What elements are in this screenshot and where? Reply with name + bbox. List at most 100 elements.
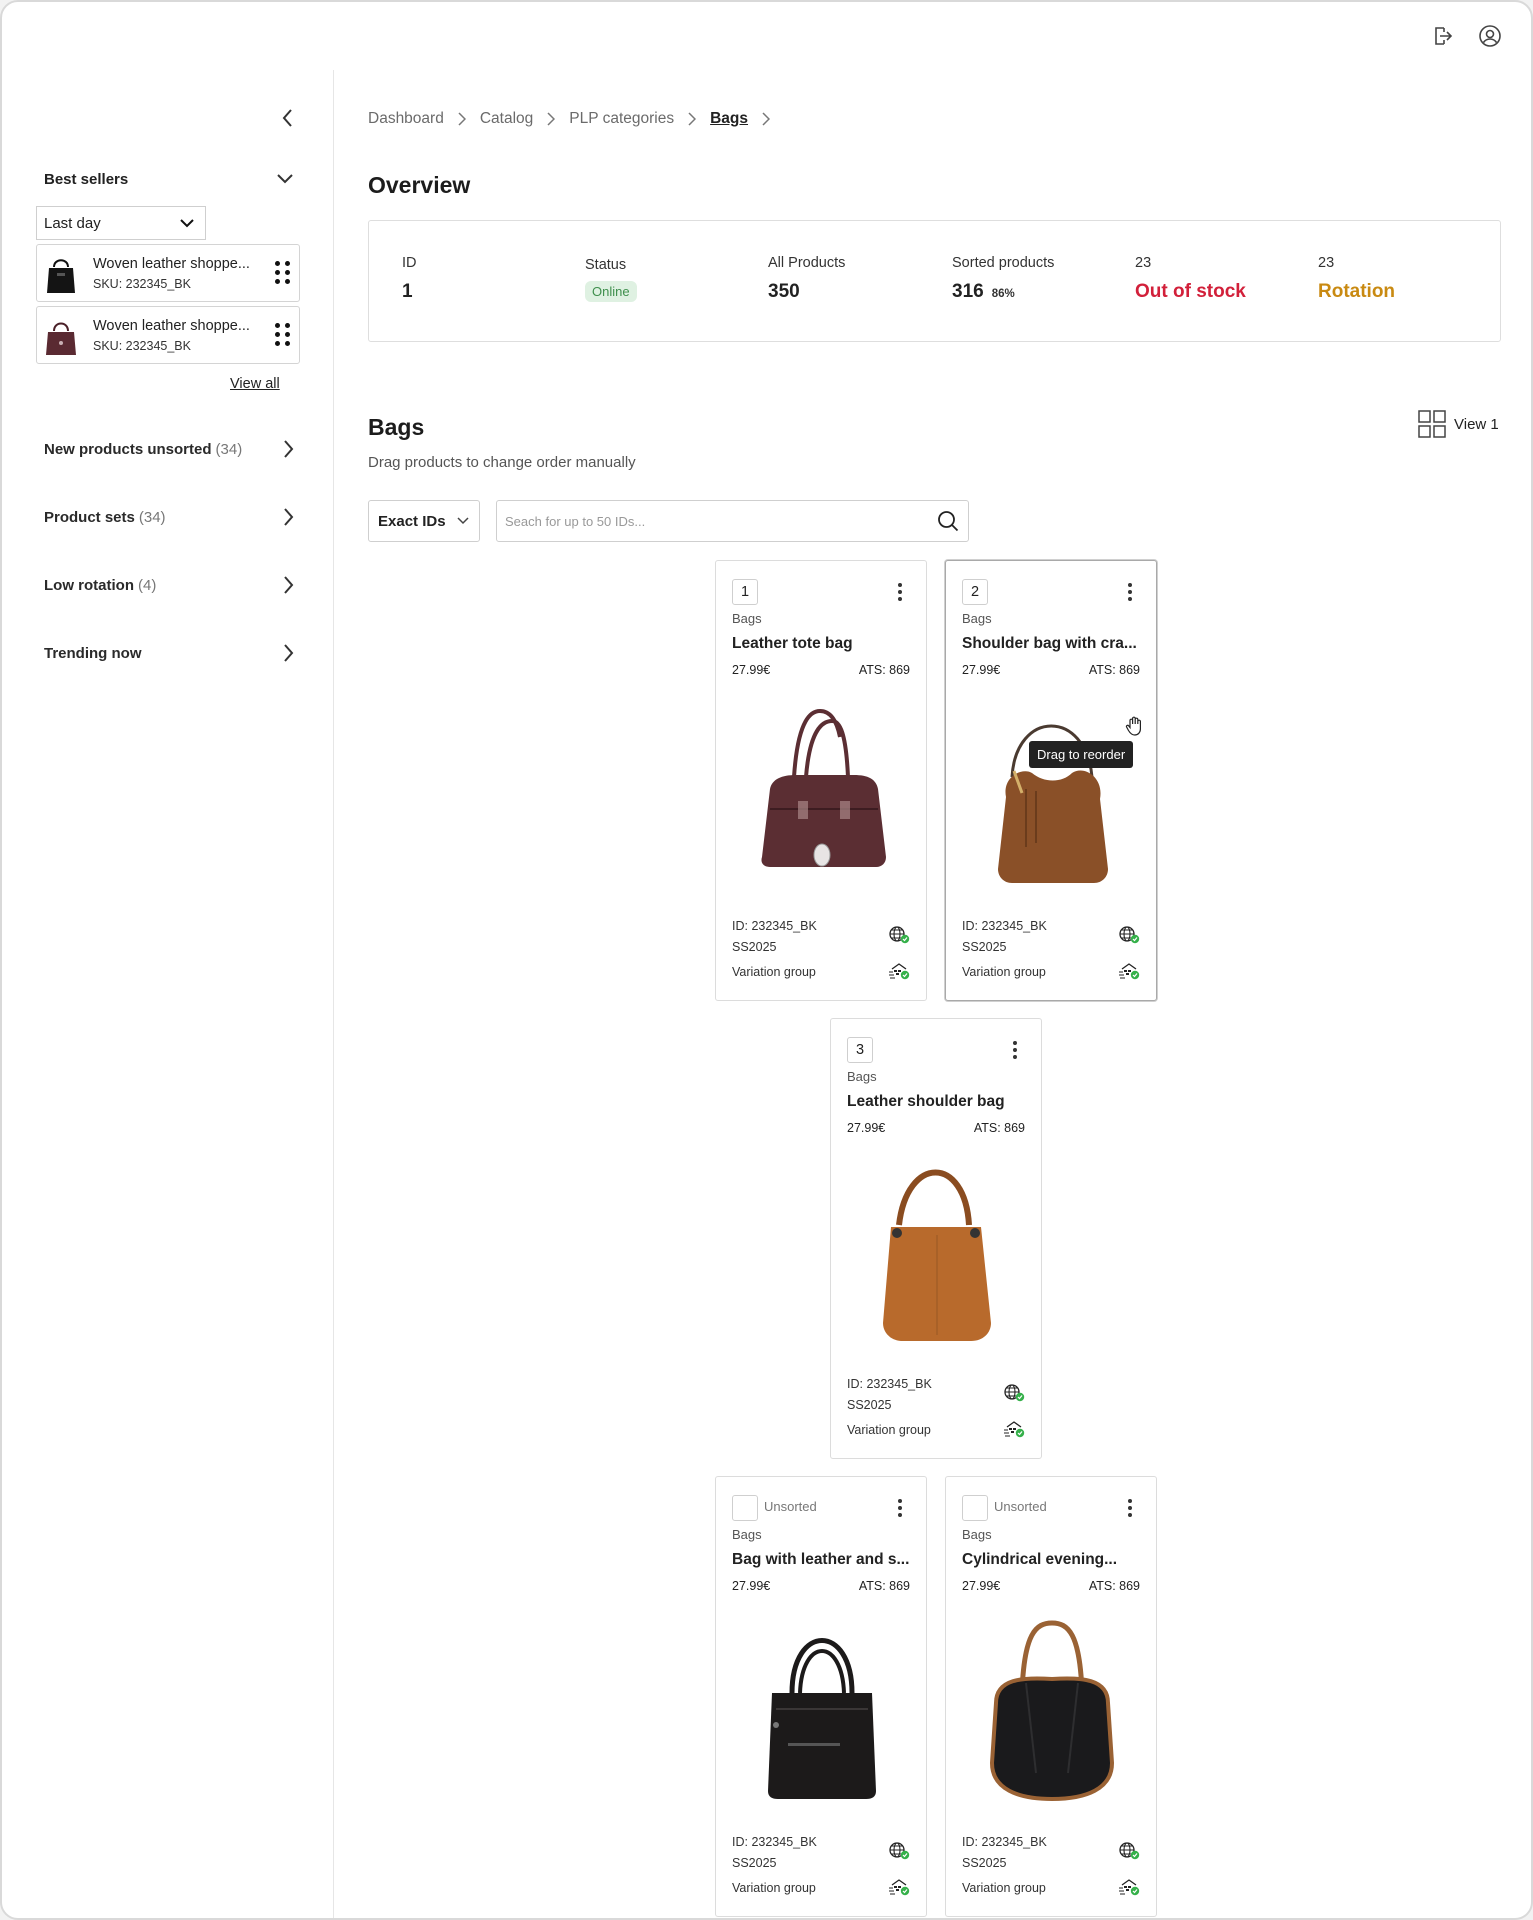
more-options-icon[interactable] [1005,1037,1025,1063]
stat-value: 350 [768,281,800,302]
drag-handle-icon[interactable] [275,323,291,347]
variation-group-label: Variation group [962,965,1046,979]
variation-group-label: Variation group [847,1423,931,1437]
chevron-right-icon [284,440,294,458]
product-card[interactable]: Unsorted Bags Bag with leather and s... … [715,1476,927,1917]
product-card[interactable]: 2 Bags Shoulder bag with cra... 27.99€ A… [945,560,1157,1001]
position-number[interactable]: 1 [732,579,758,605]
product-card[interactable]: 1 Bags Leather tote bag 27.99€ ATS: 869 … [715,560,927,1001]
status-badge: Online [585,281,637,302]
stat-rotation: 23 Rotation [1318,255,1395,303]
sidebar-item-count: (4) [138,576,157,594]
variation-group-label: Variation group [962,1881,1046,1895]
stock-status-icon [1118,961,1140,981]
breadcrumb: Dashboard Catalog PLP categories Bags [368,108,784,130]
product-price: 27.99€ [962,1579,1001,1593]
product-id: ID: 232345_BK [847,1377,932,1391]
breadcrumb-dashboard[interactable]: Dashboard [368,110,444,128]
best-seller-name: Woven leather shoppe... [93,255,250,272]
product-category: Bags [732,611,762,626]
product-price: 27.99€ [732,1579,771,1593]
user-circle-icon[interactable] [1476,22,1504,50]
view-toggle-button[interactable]: View 1 [1418,410,1499,438]
product-category: Bags [732,1527,762,1542]
period-select[interactable]: Last day [36,206,206,240]
product-id: ID: 232345_BK [962,919,1047,933]
sidebar: Best sellers Last day Woven leather shop… [2,70,334,1918]
sidebar-item-new-products-unsorted[interactable]: New products unsorted (34) [44,436,294,462]
product-image [736,1613,908,1803]
stat-label: Out of stock [1135,281,1246,302]
sidebar-item-label: Trending now [44,644,142,662]
bags-subtitle: Drag products to change order manually [368,454,636,471]
stat-label: Status [585,257,627,273]
drag-handle-icon[interactable] [275,261,291,285]
more-options-icon[interactable] [1120,579,1140,605]
stock-status-icon [888,961,910,981]
logout-icon[interactable] [1428,22,1456,50]
stock-status-icon [1118,1877,1140,1897]
sidebar-item-product-sets[interactable]: Product sets (34) [44,504,294,530]
position-number[interactable]: 3 [847,1037,873,1063]
more-options-icon[interactable] [1120,1495,1140,1521]
sidebar-item-low-rotation[interactable]: Low rotation (4) [44,572,294,598]
stat-count: 23 [1135,255,1152,271]
collapse-sidebar-button[interactable] [274,104,302,132]
chevron-down-icon [277,174,293,184]
stat-count: 23 [1318,255,1335,271]
product-image [966,697,1138,887]
sidebar-item-trending-now[interactable]: Trending now [44,640,294,666]
online-globe-icon [888,1841,910,1861]
product-image [851,1155,1023,1345]
select-checkbox[interactable] [962,1495,988,1521]
select-checkbox[interactable] [732,1495,758,1521]
search-icon[interactable] [928,510,968,532]
grid-view-icon [1418,410,1446,438]
best-seller-item[interactable]: Woven leather shoppe... SKU: 232345_BK [36,306,300,364]
breadcrumb-plp-categories[interactable]: PLP categories [569,110,674,128]
overview-card: ID 1 Status Online All Products 350 Sort… [368,220,1501,342]
variation-group-label: Variation group [732,1881,816,1895]
chevron-right-icon [458,112,466,126]
breadcrumb-catalog[interactable]: Catalog [480,110,533,128]
id-search-input[interactable] [497,502,928,540]
stock-status-icon [1003,1419,1025,1439]
grab-hand-icon [1125,716,1141,736]
product-category: Bags [847,1069,877,1084]
best-sellers-toggle[interactable]: Best sellers [44,166,294,192]
online-globe-icon [1118,1841,1140,1861]
stat-value: 1 [402,281,413,302]
position-number[interactable]: 2 [962,579,988,605]
product-name: Cylindrical evening... [962,1551,1118,1568]
period-select-value: Last day [44,214,101,232]
chevron-right-icon [284,508,294,526]
exact-ids-value: Exact IDs [378,512,446,530]
app-window: Best sellers Last day Woven leather shop… [0,0,1533,1920]
breadcrumb-bags[interactable]: Bags [710,110,748,128]
chevron-down-icon [457,517,469,525]
id-search-box [496,500,969,542]
more-options-icon[interactable] [890,1495,910,1521]
sidebar-item-count: (34) [138,508,166,526]
product-card[interactable]: Unsorted Bags Cylindrical evening... 27.… [945,1476,1157,1917]
product-id: ID: 232345_BK [732,919,817,933]
bags-title: Bags [368,414,425,440]
product-name: Leather tote bag [732,635,853,652]
exact-ids-select[interactable]: Exact IDs [368,500,480,542]
product-season: SS2025 [732,940,777,954]
more-options-icon[interactable] [890,579,910,605]
product-id: ID: 232345_BK [732,1835,817,1849]
product-category: Bags [962,611,992,626]
view-toggle-label: View 1 [1454,415,1499,433]
online-globe-icon [888,925,910,945]
product-ats: ATS: 869 [1088,1579,1140,1593]
drag-tooltip: Drag to reorder [1029,741,1134,768]
unsorted-label: Unsorted [994,1499,1047,1514]
product-card[interactable]: 3 Bags Leather shoulder bag 27.99€ ATS: … [830,1018,1042,1459]
best-sellers-title: Best sellers [44,170,129,188]
stat-percent: 86% [991,288,1015,300]
best-seller-item[interactable]: Woven leather shoppe... SKU: 232345_BK [36,244,300,302]
variation-group-label: Variation group [732,965,816,979]
view-all-link[interactable]: View all [230,376,280,392]
best-seller-name: Woven leather shoppe... [93,317,250,334]
